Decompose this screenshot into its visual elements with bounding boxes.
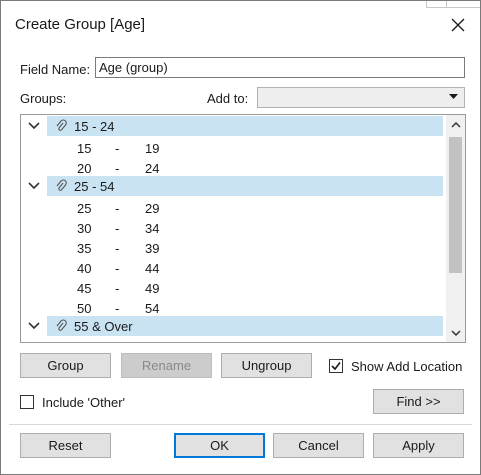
range-end: 19: [145, 141, 160, 156]
add-to-label: Add to:: [207, 91, 249, 106]
chevron-down-icon[interactable]: [27, 180, 41, 192]
find-button[interactable]: Find >>: [373, 389, 464, 414]
range-start: 20: [77, 161, 92, 176]
range-end: 29: [145, 201, 160, 216]
paperclip-icon: [56, 319, 67, 331]
range-start: 35: [77, 241, 92, 256]
dialog-title: Create Group [Age]: [15, 16, 146, 33]
tree-item[interactable]: 25 - 29: [21, 196, 445, 216]
group-button[interactable]: Group: [20, 353, 111, 378]
group-row[interactable]: 55 & Over: [21, 316, 445, 336]
range-start: 15: [77, 141, 92, 156]
divider: [9, 424, 472, 425]
vertical-scrollbar[interactable]: [446, 115, 465, 342]
groups-label: Groups:: [20, 91, 67, 106]
group-name: 25 - 54: [74, 179, 115, 194]
range-separator: -: [115, 201, 120, 216]
tree-item[interactable]: 45 - 49: [21, 276, 445, 296]
range-end: 49: [145, 281, 160, 296]
range-end: 59: [145, 341, 159, 342]
ok-button[interactable]: OK: [174, 433, 265, 458]
range-start: 30: [77, 221, 92, 236]
close-icon: [451, 18, 465, 32]
include-other-label: Include 'Other': [42, 395, 126, 410]
include-other-checkbox[interactable]: [20, 395, 34, 409]
range-start: 55: [77, 341, 91, 342]
tree-item[interactable]: 40 - 44: [21, 256, 445, 276]
range-start: 45: [77, 281, 92, 296]
checkmark-icon: [331, 362, 341, 371]
range-separator: -: [115, 161, 120, 176]
tree-item[interactable]: 30 - 34: [21, 216, 445, 236]
range-end: 34: [145, 221, 160, 236]
range-start: 50: [77, 301, 92, 316]
scroll-up-button[interactable]: [446, 115, 465, 133]
range-separator: -: [115, 141, 120, 156]
scrollbar-thumb[interactable]: [449, 137, 462, 273]
tree-item[interactable]: 55 - 59: [21, 336, 445, 342]
field-name-label: Field Name:: [20, 62, 91, 77]
range-end: 24: [145, 161, 160, 176]
range-separator: -: [115, 241, 120, 256]
close-button[interactable]: [446, 13, 470, 37]
apply-button[interactable]: Apply: [373, 433, 464, 458]
show-add-location-checkbox[interactable]: [329, 359, 343, 373]
group-row[interactable]: 15 - 24: [21, 116, 445, 136]
group-name: 55 & Over: [74, 319, 133, 334]
create-group-dialog: Create Group [Age] Field Name: Age (grou…: [0, 0, 481, 475]
range-start: 40: [77, 261, 92, 276]
reset-button[interactable]: Reset: [20, 433, 111, 458]
background-window-edge: [426, 1, 480, 8]
groups-tree-content: 15 - 24 15 - 19 20 - 24 25 - 54 25 - 29 …: [21, 115, 445, 342]
paperclip-icon: [56, 179, 67, 191]
tree-item[interactable]: 15 - 19: [21, 136, 445, 156]
range-separator: -: [115, 341, 119, 342]
tree-item[interactable]: 50 - 54: [21, 296, 445, 316]
rename-button[interactable]: Rename: [121, 353, 212, 378]
range-end: 54: [145, 301, 160, 316]
group-row[interactable]: 25 - 54: [21, 176, 445, 196]
tree-item[interactable]: 35 - 39: [21, 236, 445, 256]
chevron-down-icon: [450, 329, 461, 336]
field-name-input[interactable]: Age (group): [95, 57, 465, 78]
range-start: 25: [77, 201, 92, 216]
range-separator: -: [115, 261, 120, 276]
range-separator: -: [115, 221, 120, 236]
ungroup-button[interactable]: Ungroup: [221, 353, 312, 378]
groups-tree[interactable]: 15 - 24 15 - 19 20 - 24 25 - 54 25 - 29 …: [20, 114, 466, 343]
chevron-down-icon: [446, 90, 460, 104]
chevron-up-icon: [450, 121, 461, 128]
chevron-down-icon[interactable]: [27, 320, 41, 332]
range-separator: -: [115, 281, 120, 296]
group-name: 15 - 24: [74, 119, 115, 134]
cancel-button[interactable]: Cancel: [273, 433, 364, 458]
range-end: 44: [145, 261, 160, 276]
title-bar: Create Group [Age]: [1, 1, 480, 49]
show-add-location-label: Show Add Location: [351, 359, 463, 374]
scroll-down-button[interactable]: [446, 324, 465, 342]
range-end: 39: [145, 241, 160, 256]
chevron-down-icon[interactable]: [27, 120, 41, 132]
add-to-dropdown[interactable]: [257, 87, 465, 108]
paperclip-icon: [56, 119, 67, 131]
range-separator: -: [115, 301, 120, 316]
tree-item[interactable]: 20 - 24: [21, 156, 445, 176]
